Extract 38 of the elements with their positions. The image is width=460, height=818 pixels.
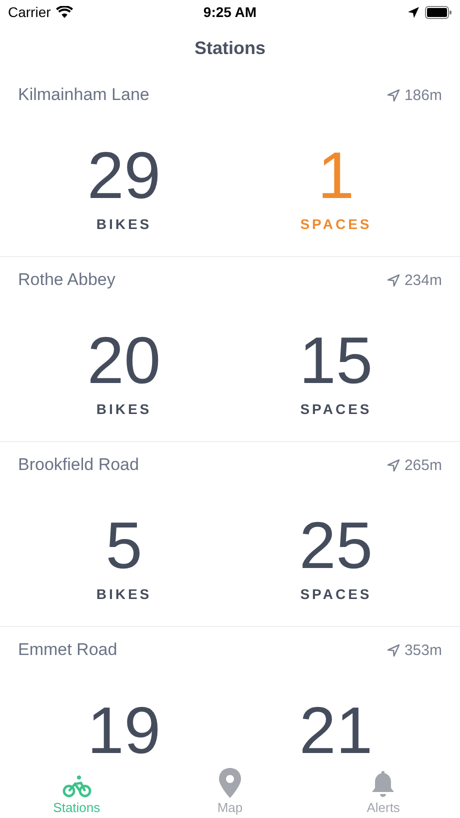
navigation-arrow-icon	[387, 88, 400, 102]
station-name: Rothe Abbey	[18, 270, 116, 290]
spaces-count: 15	[299, 327, 373, 393]
clock-time: 9:25 AM	[203, 4, 257, 20]
station-distance: 234m	[404, 272, 442, 288]
station-distance: 186m	[404, 86, 442, 104]
station-name: Emmet Road	[18, 640, 118, 660]
station-name: Brookfield Road	[18, 455, 139, 475]
bikes-label: BIKES	[96, 401, 152, 418]
spaces-count: 1	[318, 142, 354, 208]
station-name: Kilmainham Lane	[18, 85, 150, 105]
bikes-label: BIKES	[96, 586, 152, 603]
station-distance: 353m	[404, 642, 442, 658]
bell-icon	[370, 770, 396, 798]
navigation-arrow-icon	[387, 458, 400, 472]
map-pin-icon	[218, 768, 242, 798]
station-card[interactable]: Brookfield Road 265m 5 BIKES 25 SPACES	[0, 442, 460, 627]
station-card[interactable]: Kilmainham Lane 186m 29 BIKES 1 SPACES	[0, 72, 460, 257]
navigation-arrow-icon	[387, 274, 400, 286]
bikes-count: 5	[106, 512, 142, 578]
screen-title: Stations	[194, 38, 266, 58]
bikes-label: BIKES	[96, 216, 152, 233]
bicycle-icon	[62, 774, 92, 798]
station-distance: 265m	[404, 456, 442, 474]
spaces-label: SPACES	[300, 401, 372, 418]
wifi-icon	[56, 6, 73, 18]
bikes-count: 19	[87, 697, 161, 763]
battery-icon	[424, 6, 452, 18]
navigation-arrow-icon	[387, 644, 400, 656]
bikes-count: 20	[87, 327, 161, 393]
spaces-count: 21	[299, 697, 373, 763]
bikes-count: 29	[87, 142, 161, 208]
location-arrow-icon	[408, 6, 419, 18]
spaces-label: SPACES	[300, 216, 372, 233]
station-card[interactable]: Rothe Abbey 234m 20 BIKES 15 SPACES	[0, 257, 460, 442]
carrier-name: Carrier	[8, 4, 51, 20]
spaces-label: SPACES	[300, 586, 372, 603]
spaces-count: 25	[299, 512, 373, 578]
